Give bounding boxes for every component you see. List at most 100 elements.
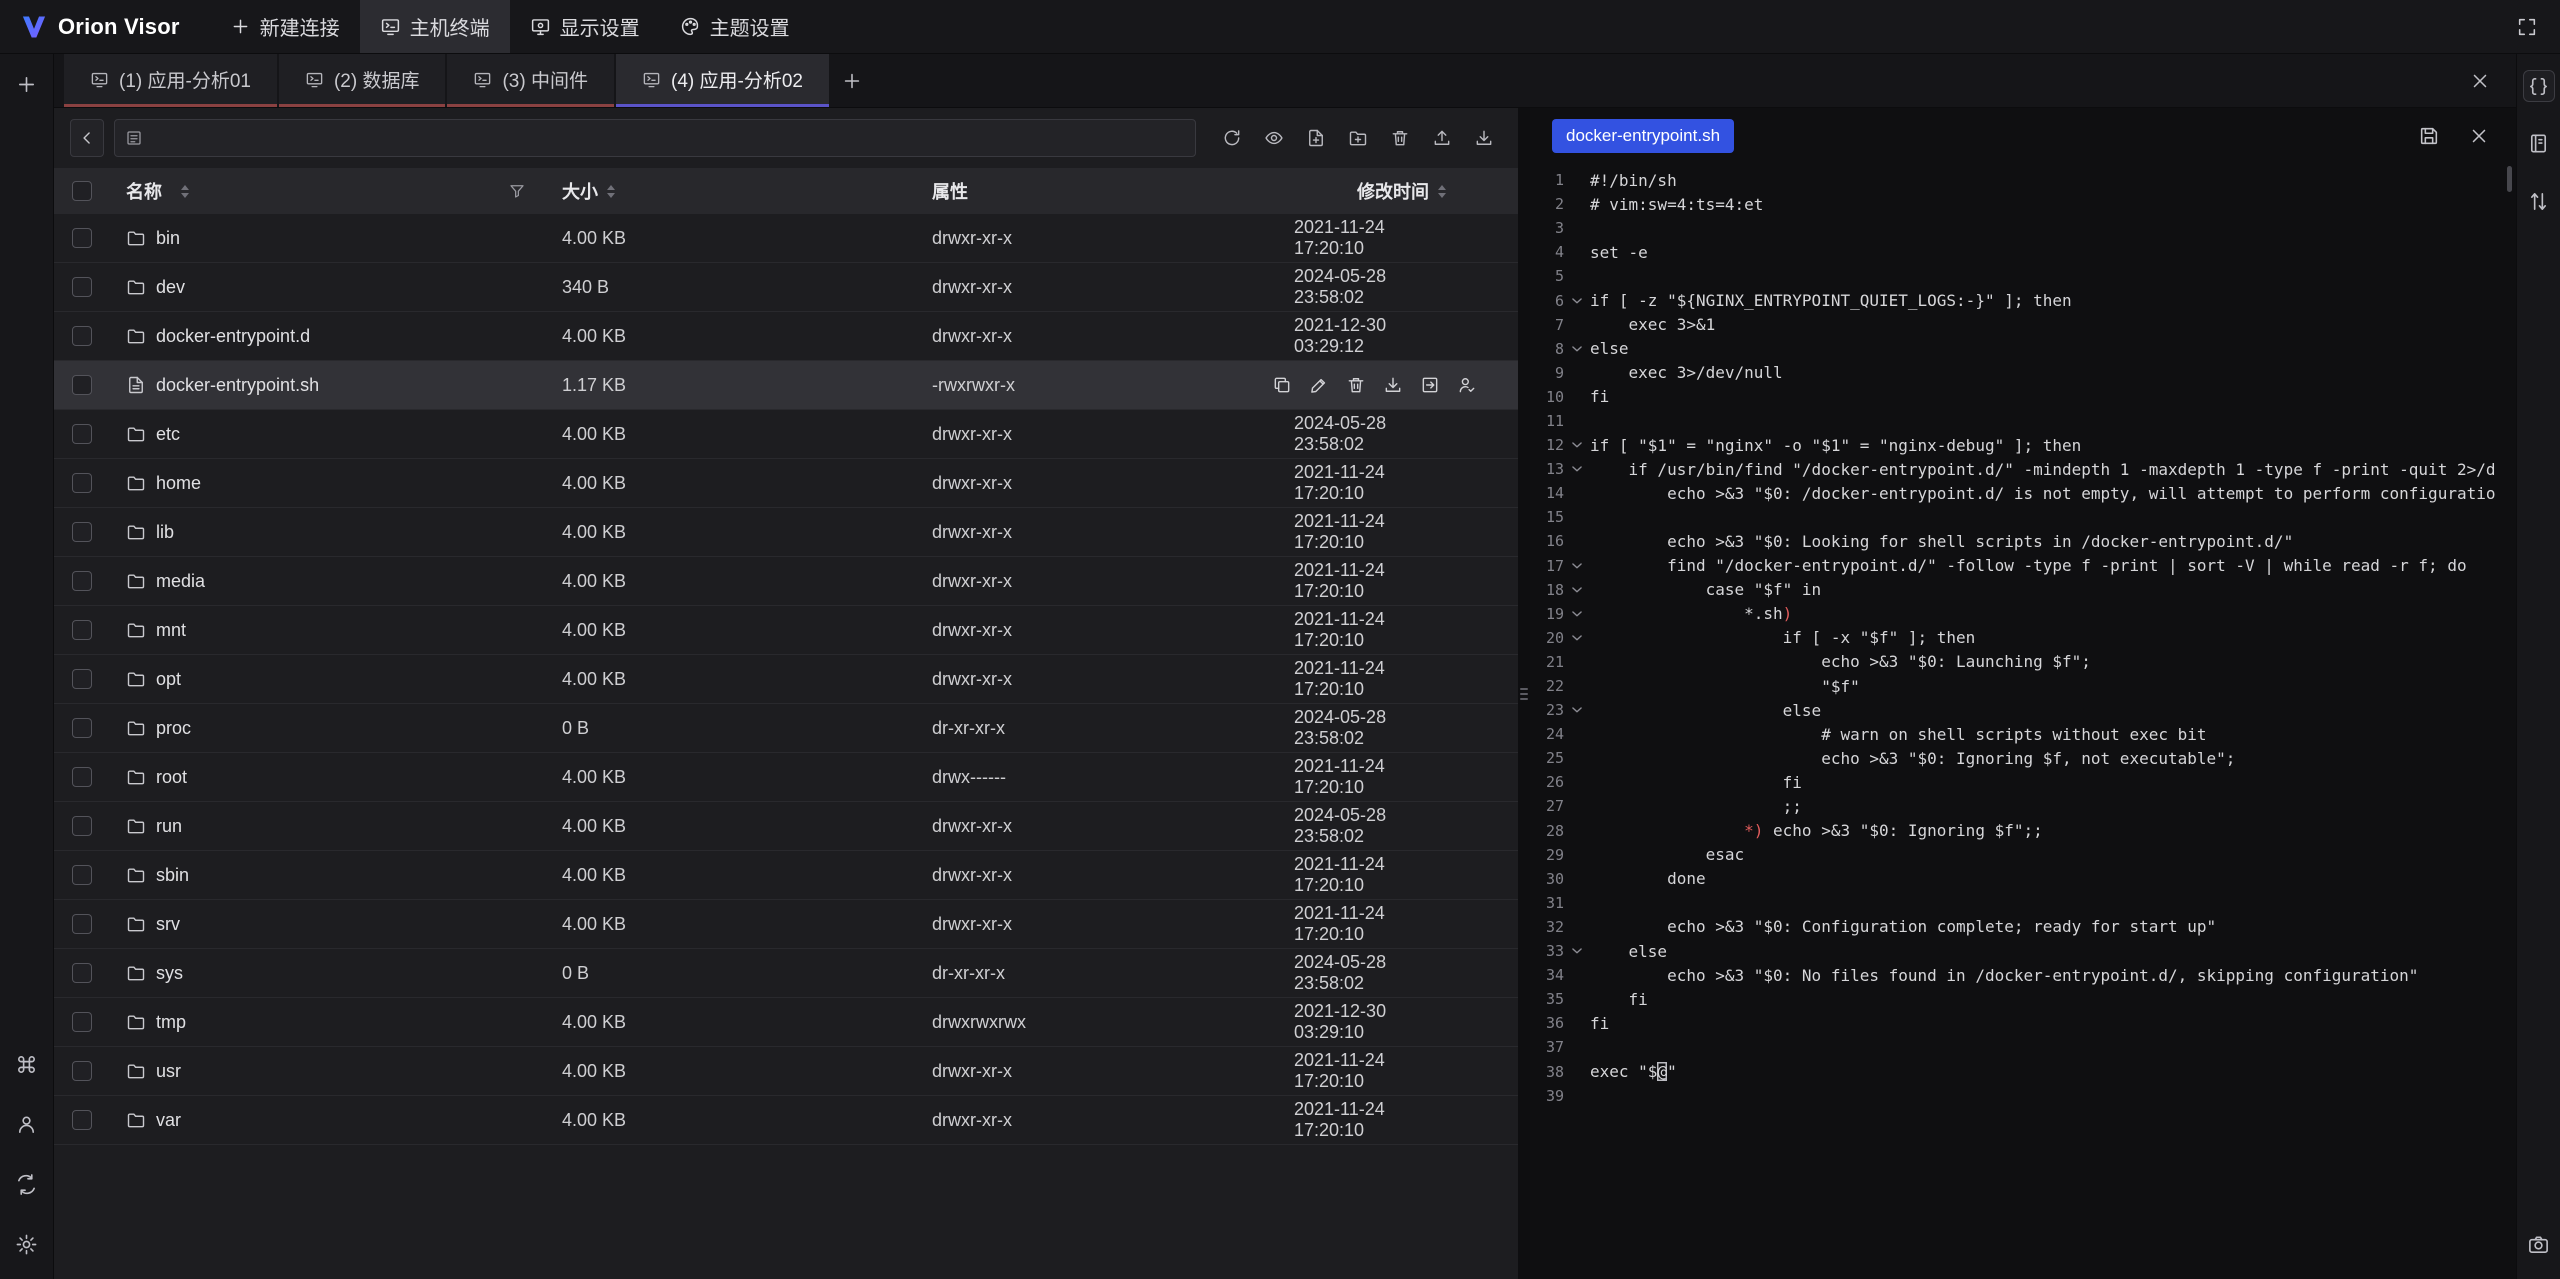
terminal-tab-3[interactable]: (3) 中间件 [447, 54, 614, 107]
file-name[interactable]: tmp [156, 1012, 186, 1033]
panel-resize-handle[interactable] [1518, 108, 1530, 1279]
row-checkbox[interactable] [72, 1012, 92, 1032]
table-row[interactable]: usr4.00 KBdrwxr-xr-x2021-11-24 17:20:10 [54, 1047, 1518, 1096]
fold-toggle[interactable] [1564, 631, 1590, 645]
row-checkbox[interactable] [72, 473, 92, 493]
path-bar[interactable] [114, 119, 1196, 157]
file-name[interactable]: docker-entrypoint.d [156, 326, 310, 347]
file-name[interactable]: docker-entrypoint.sh [156, 375, 319, 396]
select-all-checkbox[interactable] [72, 181, 92, 201]
file-name[interactable]: dev [156, 277, 185, 298]
terminal-tab-2[interactable]: (2) 数据库 [279, 54, 446, 107]
path-input[interactable] [151, 128, 1185, 149]
new-folder-button[interactable] [1340, 120, 1376, 156]
table-row[interactable]: lib4.00 KBdrwxr-xr-x2021-11-24 17:20:10 [54, 508, 1518, 557]
file-name[interactable]: usr [156, 1061, 181, 1082]
row-checkbox[interactable] [72, 228, 92, 248]
fold-toggle[interactable] [1564, 342, 1590, 356]
row-checkbox[interactable] [72, 424, 92, 444]
settings-button[interactable] [10, 1227, 44, 1261]
table-row[interactable]: home4.00 KBdrwxr-xr-x2021-11-24 17:20:10 [54, 459, 1518, 508]
filter-icon[interactable] [508, 182, 526, 200]
row-checkbox[interactable] [72, 620, 92, 640]
file-name[interactable]: sys [156, 963, 183, 984]
table-row[interactable]: sys0 Bdr-xr-xr-x2024-05-28 23:58:02 [54, 949, 1518, 998]
row-checkbox[interactable] [72, 914, 92, 934]
transfer-list-button[interactable] [2522, 184, 2556, 218]
terminal-tab-4[interactable]: (4) 应用-分析02 [616, 54, 829, 107]
file-name[interactable]: root [156, 767, 187, 788]
copy-path-button[interactable] [1271, 374, 1293, 396]
refresh-button[interactable] [1214, 120, 1250, 156]
row-checkbox[interactable] [72, 1110, 92, 1130]
table-row[interactable]: dev340 Bdrwxr-xr-x2024-05-28 23:58:02 [54, 263, 1518, 312]
download-button[interactable] [1382, 374, 1404, 396]
table-row[interactable]: sbin4.00 KBdrwxr-xr-x2021-11-24 17:20:10 [54, 851, 1518, 900]
new-connection-button[interactable] [10, 67, 44, 101]
fold-toggle[interactable] [1564, 559, 1590, 573]
row-checkbox[interactable] [72, 816, 92, 836]
table-row[interactable]: mnt4.00 KBdrwxr-xr-x2021-11-24 17:20:10 [54, 606, 1518, 655]
topnav-item-1[interactable]: 新建连接 [210, 0, 360, 53]
row-checkbox[interactable] [72, 963, 92, 983]
user-info-button[interactable] [10, 1107, 44, 1141]
row-checkbox[interactable] [72, 1061, 92, 1081]
permission-button[interactable] [1456, 374, 1478, 396]
file-name[interactable]: media [156, 571, 205, 592]
table-row[interactable]: bin4.00 KBdrwxr-xr-x2021-11-24 17:20:10 [54, 214, 1518, 263]
shortcut-keys-button[interactable] [10, 1047, 44, 1081]
fold-toggle[interactable] [1564, 944, 1590, 958]
row-checkbox[interactable] [72, 326, 92, 346]
table-row[interactable]: docker-entrypoint.sh1.17 KB-rwxrwxr-x [54, 361, 1518, 410]
fold-toggle[interactable] [1564, 438, 1590, 452]
topnav-item-2[interactable]: 主机终端 [360, 0, 510, 53]
new-file-button[interactable] [1298, 120, 1334, 156]
sort-size-icon[interactable] [607, 185, 615, 198]
table-row[interactable]: proc0 Bdr-xr-xr-x2024-05-28 23:58:02 [54, 704, 1518, 753]
delete-button[interactable] [1382, 120, 1418, 156]
file-name[interactable]: sbin [156, 865, 189, 886]
file-name[interactable]: etc [156, 424, 180, 445]
sort-name-icon[interactable] [181, 185, 189, 198]
file-name[interactable]: bin [156, 228, 180, 249]
editor-scrollbar[interactable] [2507, 166, 2512, 192]
sort-mtime-icon[interactable] [1438, 185, 1446, 198]
preview-button[interactable] [1256, 120, 1292, 156]
terminal-settings-button[interactable] [2523, 70, 2555, 102]
file-name[interactable]: var [156, 1110, 181, 1131]
save-file-button[interactable] [2414, 121, 2444, 151]
download-button[interactable] [1466, 120, 1502, 156]
table-row[interactable]: run4.00 KBdrwxr-xr-x2024-05-28 23:58:02 [54, 802, 1518, 851]
close-terminal-button[interactable] [2460, 54, 2500, 107]
row-checkbox[interactable] [72, 767, 92, 787]
row-checkbox[interactable] [72, 375, 92, 395]
upload-button[interactable] [1424, 120, 1460, 156]
directory-tree-icon[interactable] [125, 129, 143, 147]
app-logo[interactable]: Orion Visor [20, 13, 180, 41]
file-name[interactable]: home [156, 473, 201, 494]
close-editor-button[interactable] [2464, 121, 2494, 151]
table-row[interactable]: docker-entrypoint.d4.00 KBdrwxr-xr-x2021… [54, 312, 1518, 361]
table-row[interactable]: root4.00 KBdrwx------2021-11-24 17:20:10 [54, 753, 1518, 802]
code-editor[interactable]: 1#!/bin/sh2# vim:sw=4:ts=4:et34set -e56i… [1530, 163, 2516, 1279]
fullscreen-button[interactable] [2508, 8, 2546, 46]
row-checkbox[interactable] [72, 718, 92, 738]
topnav-item-3[interactable]: 显示设置 [510, 0, 660, 53]
file-name[interactable]: opt [156, 669, 181, 690]
table-row[interactable]: media4.00 KBdrwxr-xr-x2021-11-24 17:20:1… [54, 557, 1518, 606]
row-checkbox[interactable] [72, 522, 92, 542]
table-row[interactable]: srv4.00 KBdrwxr-xr-x2021-11-24 17:20:10 [54, 900, 1518, 949]
table-row[interactable]: tmp4.00 KBdrwxrwxrwx2021-12-30 03:29:10 [54, 998, 1518, 1047]
file-name[interactable]: srv [156, 914, 180, 935]
table-row[interactable]: var4.00 KBdrwxr-xr-x2021-11-24 17:20:10 [54, 1096, 1518, 1145]
fold-toggle[interactable] [1564, 583, 1590, 597]
sync-button[interactable] [10, 1167, 44, 1201]
editor-file-tab[interactable]: docker-entrypoint.sh [1552, 119, 1734, 153]
fold-toggle[interactable] [1564, 462, 1590, 476]
row-checkbox[interactable] [72, 865, 92, 885]
row-checkbox[interactable] [72, 277, 92, 297]
fold-toggle[interactable] [1564, 703, 1590, 717]
edit-button[interactable] [1308, 374, 1330, 396]
row-checkbox[interactable] [72, 571, 92, 591]
file-name[interactable]: run [156, 816, 182, 837]
